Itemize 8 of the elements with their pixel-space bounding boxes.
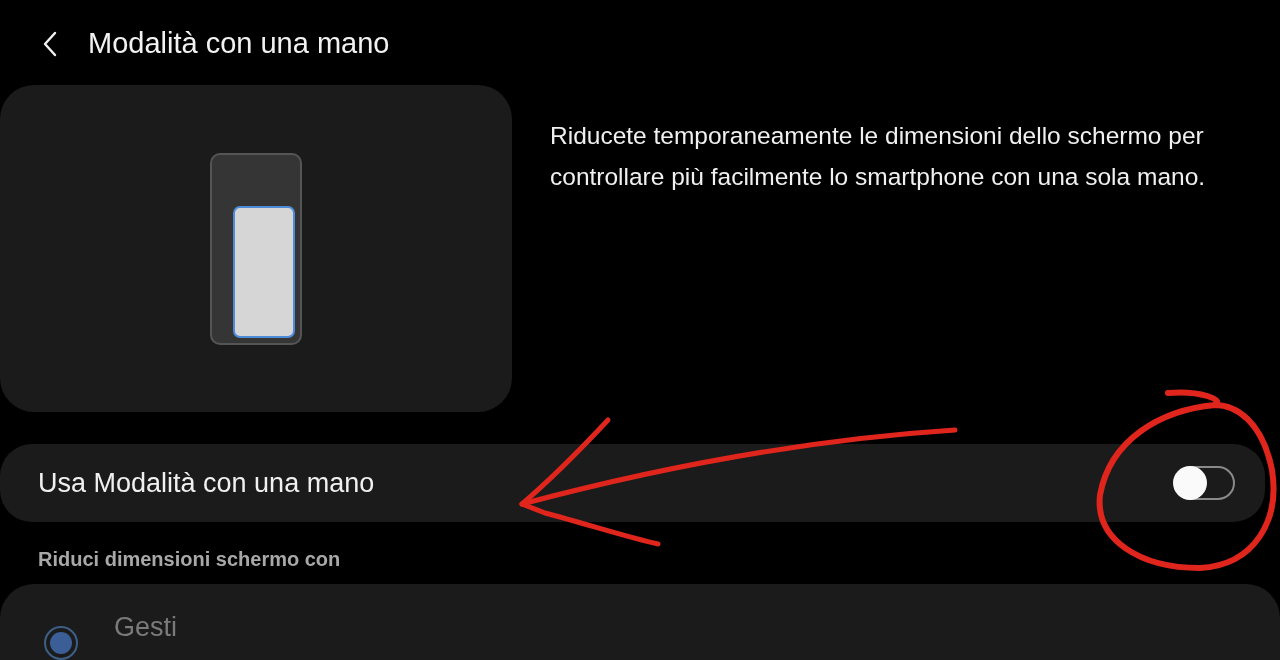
setting-row[interactable]: Usa Modalità con una mano xyxy=(0,444,1265,522)
option-label: Gesti xyxy=(114,612,178,643)
setting-label: Usa Modalità con una mano xyxy=(38,467,375,499)
page-title: Modalità con una mano xyxy=(88,27,390,61)
description-text: Riducete temporaneamente le dimensioni dello schermo per controllare più facilmente lo smartphone con una sola mano. xyxy=(550,121,1207,193)
toggle-switch[interactable] xyxy=(1175,466,1235,501)
back-icon xyxy=(43,30,57,57)
section-label: Riduci dimensioni schermo con xyxy=(38,548,342,571)
